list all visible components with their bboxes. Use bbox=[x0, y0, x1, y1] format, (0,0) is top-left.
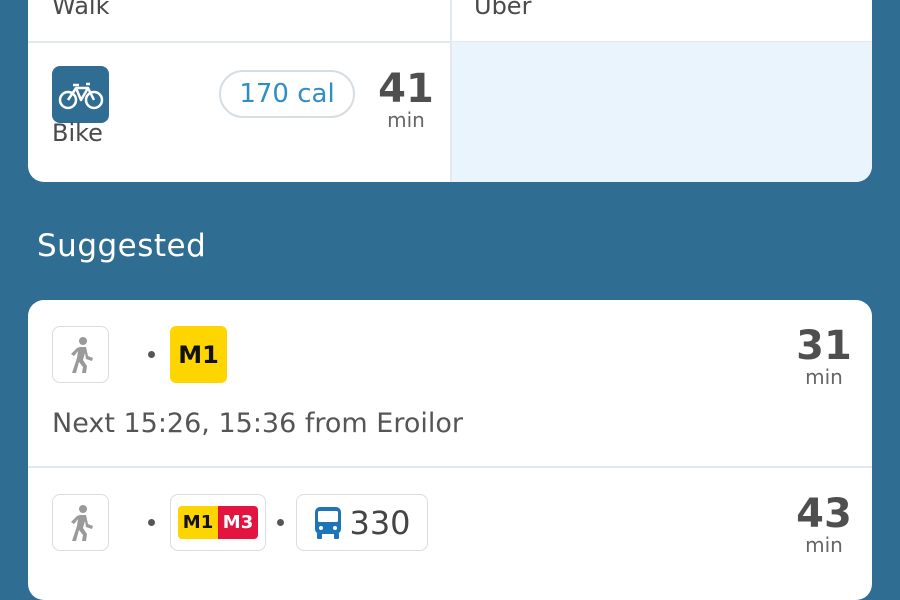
m3-line-badge: M3 bbox=[218, 506, 258, 539]
metro-lines-step: M1 M3 bbox=[170, 494, 266, 551]
bike-label: Bike bbox=[52, 119, 103, 147]
route-duration-unit: min bbox=[805, 533, 843, 557]
bike-duration-unit: min bbox=[387, 108, 425, 132]
route-duration-value: 43 bbox=[796, 491, 852, 537]
bike-duration: 41 min bbox=[368, 69, 444, 131]
walk-step bbox=[52, 494, 109, 551]
bus-icon bbox=[315, 506, 342, 539]
empty-highlight-cell bbox=[452, 42, 872, 182]
walk-option[interactable]: Walk bbox=[28, 0, 450, 41]
walk-icon bbox=[70, 336, 93, 373]
m1-line-badge: M1 bbox=[170, 326, 227, 383]
uber-option[interactable]: Uber bbox=[452, 0, 872, 41]
m1-line-badge: M1 bbox=[178, 506, 218, 539]
bike-duration-value: 41 bbox=[378, 66, 434, 112]
section-title: Suggested bbox=[37, 228, 207, 264]
step-separator-dot bbox=[277, 519, 284, 526]
step-separator-dot bbox=[148, 351, 155, 358]
travel-modes-card: Walk Uber Bike 170 cal 41 min bbox=[28, 0, 872, 182]
walk-icon bbox=[70, 504, 93, 541]
route-duration: 43 min bbox=[794, 494, 854, 556]
route-option[interactable]: M1 31 min Next 15:26, 15:36 from Eroilor bbox=[28, 300, 872, 466]
route-option[interactable]: M1 M3 330 43 min bbox=[28, 468, 872, 600]
walk-label: Walk bbox=[52, 0, 110, 20]
route-duration-unit: min bbox=[805, 365, 843, 389]
bus-step: 330 bbox=[296, 494, 428, 551]
route-duration: 31 min bbox=[794, 326, 854, 388]
step-separator-dot bbox=[148, 519, 155, 526]
bus-line-number: 330 bbox=[349, 503, 411, 542]
bike-icon bbox=[52, 66, 109, 123]
bike-option[interactable]: Bike 170 cal 41 min bbox=[28, 43, 450, 182]
next-departures: Next 15:26, 15:36 from Eroilor bbox=[52, 408, 463, 439]
calories-badge: 170 cal bbox=[219, 70, 355, 118]
suggested-routes-card: M1 31 min Next 15:26, 15:36 from Eroilor… bbox=[28, 300, 872, 600]
uber-label: Uber bbox=[474, 0, 532, 20]
walk-step bbox=[52, 326, 109, 383]
route-duration-value: 31 bbox=[796, 323, 852, 369]
